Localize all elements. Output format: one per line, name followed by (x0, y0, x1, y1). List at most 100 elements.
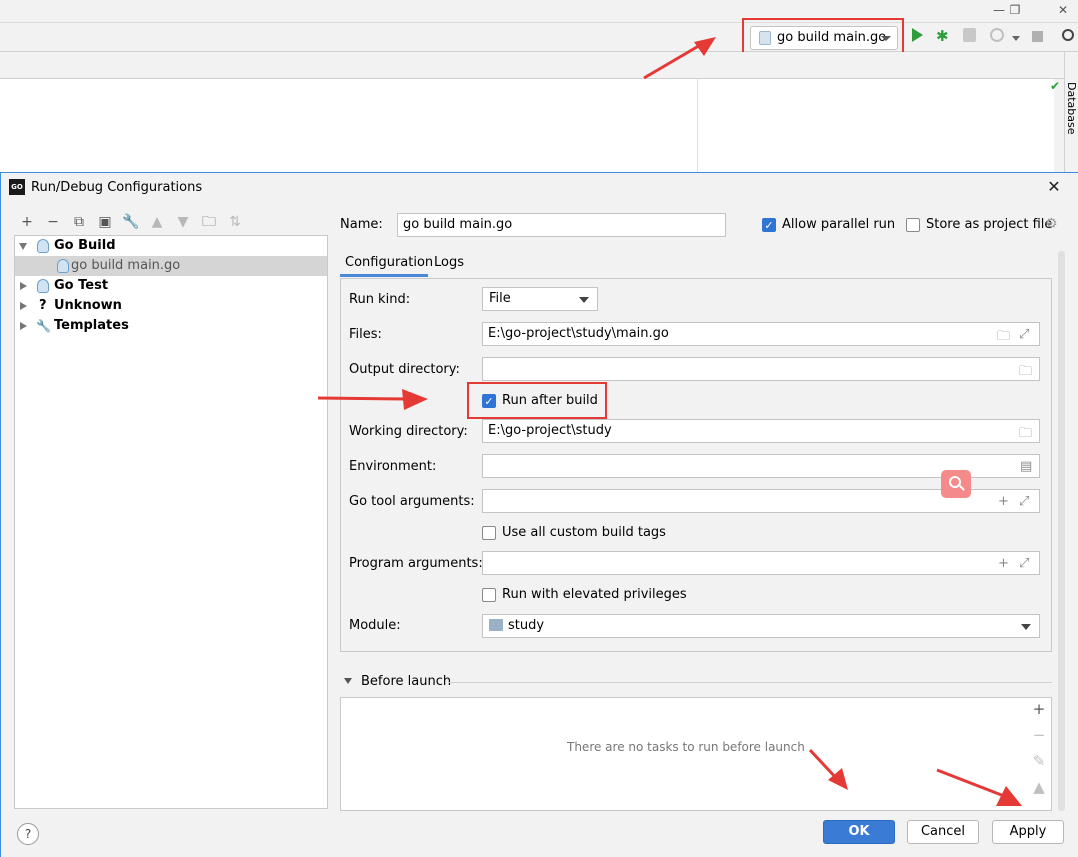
ok-button[interactable]: OK (823, 820, 895, 844)
save-icon[interactable]: ▣ (96, 213, 114, 231)
wrench-icon: 🔧 (36, 319, 51, 333)
gopher-icon (37, 279, 49, 293)
tab-logs[interactable]: Logs (434, 255, 464, 270)
sort-icon[interactable]: ⇅ (226, 213, 244, 231)
new-folder-icon[interactable]: 🗀 (200, 213, 218, 231)
dialog-title: Run/Debug Configurations (31, 180, 203, 195)
remove-task-icon[interactable]: − (1029, 725, 1049, 745)
tree-item-go-build[interactable]: Go Build (15, 236, 327, 256)
elevated-privileges-label: Run with elevated privileges (502, 587, 687, 602)
stop-icon[interactable] (1032, 31, 1043, 42)
tree-item-go-test[interactable]: Go Test (15, 276, 327, 296)
search-icon[interactable] (1062, 29, 1074, 41)
tree-item-label: Unknown (54, 298, 122, 313)
folder-icon[interactable]: 🗀 (1019, 424, 1032, 446)
name-value: go build main.go (403, 217, 513, 232)
chevron-down-icon[interactable] (1012, 36, 1020, 41)
move-up-icon[interactable]: ▲ (148, 213, 166, 231)
chevron-down-icon (579, 297, 589, 303)
folder-icon[interactable]: 🗀 (997, 327, 1010, 349)
add-icon[interactable]: + (18, 213, 36, 231)
ide-editor-right-pane (697, 79, 1054, 179)
go-tool-arguments-label: Go tool arguments: (349, 494, 475, 509)
tab-indicator (340, 274, 428, 277)
expand-icon[interactable]: ⤢ (1019, 494, 1029, 509)
files-value: E:\go-project\study\main.go (488, 326, 669, 341)
gear-icon[interactable]: ⚙ (1045, 216, 1058, 232)
collapse-arrow-icon[interactable] (344, 678, 352, 684)
name-input[interactable]: go build main.go (397, 213, 726, 237)
tree-item-label: Go Test (54, 278, 109, 293)
tree-item-label: go build main.go (71, 258, 181, 273)
add-task-icon[interactable]: + (1029, 699, 1049, 719)
ide-editor-tabs (0, 52, 1064, 79)
module-label: Module: (349, 618, 401, 633)
output-directory-label: Output directory: (349, 362, 460, 377)
debug-icon[interactable]: ✱ (936, 27, 949, 45)
cancel-button[interactable]: Cancel (907, 820, 979, 844)
apply-button[interactable]: Apply (992, 820, 1064, 844)
wrench-icon[interactable]: 🔧 (122, 213, 140, 231)
tree-item-unknown[interactable]: ? Unknown (15, 296, 327, 316)
tab-configuration[interactable]: Configuration (345, 255, 433, 270)
check-icon: ✔ (1050, 79, 1061, 93)
coverage-icon[interactable] (963, 28, 976, 42)
annotation-arrow (643, 37, 716, 80)
working-directory-value: E:\go-project\study (488, 423, 612, 438)
run-icon[interactable] (912, 28, 923, 42)
annotation-arrow (808, 748, 848, 790)
move-up-task-icon[interactable]: ▲ (1029, 777, 1049, 797)
plus-icon[interactable]: + (998, 556, 1009, 571)
files-input[interactable]: E:\go-project\study\main.go 🗀 ⤢ (482, 322, 1040, 346)
store-project-label: Store as project file (926, 217, 1053, 232)
elevated-privileges-checkbox[interactable] (482, 588, 496, 602)
ide-right-sidebar: Database (1064, 52, 1078, 182)
before-launch-label[interactable]: Before launch (361, 674, 451, 689)
files-label: Files: (349, 327, 382, 342)
copy-icon[interactable]: ⧉ (70, 213, 88, 231)
run-kind-value: File (489, 291, 511, 306)
scrollbar[interactable] (1058, 251, 1065, 811)
goland-logo-icon: GO (9, 179, 25, 195)
allow-parallel-checkbox[interactable]: ✓ (762, 218, 776, 232)
output-directory-input[interactable]: 🗀 (482, 357, 1040, 381)
run-debug-dialog: GO Run/Debug Configurations ✕ + − ⧉ ▣ 🔧 … (0, 172, 1078, 857)
tree-item-templates[interactable]: 🔧 Templates (15, 316, 327, 336)
module-folder-icon (489, 619, 503, 631)
remove-icon[interactable]: − (44, 213, 62, 231)
expand-icon[interactable]: ⤢ (1019, 327, 1029, 342)
working-directory-label: Working directory: (349, 424, 468, 439)
configuration-tree[interactable]: Go Build go build main.go Go Test ? Unkn… (14, 235, 328, 809)
run-kind-select[interactable]: File (482, 287, 598, 311)
module-select[interactable]: study (482, 614, 1040, 638)
collapse-arrow-icon[interactable] (20, 302, 27, 310)
folder-icon[interactable]: 🗀 (1019, 362, 1032, 384)
close-window-button[interactable]: ✕ (1050, 2, 1076, 18)
restore-button[interactable]: ❐ (1002, 2, 1028, 18)
floating-search-icon[interactable] (941, 470, 971, 498)
move-down-icon[interactable]: ▼ (174, 213, 192, 231)
expand-icon[interactable]: ⤢ (1019, 556, 1029, 571)
custom-build-tags-checkbox[interactable] (482, 526, 496, 540)
document-icon[interactable]: ▤ (1020, 459, 1032, 474)
expand-arrow-icon[interactable] (19, 243, 27, 250)
ide-editor[interactable] (0, 79, 697, 179)
working-directory-input[interactable]: E:\go-project\study 🗀 (482, 419, 1040, 443)
before-launch-empty-text: There are no tasks to run before launch (567, 740, 805, 754)
tree-item-label: Templates (54, 318, 129, 333)
collapse-arrow-icon[interactable] (20, 282, 27, 290)
collapse-arrow-icon[interactable] (20, 322, 27, 330)
program-arguments-input[interactable]: + ⤢ (482, 551, 1040, 575)
edit-task-icon[interactable]: ✎ (1029, 751, 1049, 771)
plus-icon[interactable]: + (998, 494, 1009, 509)
profile-icon[interactable] (990, 28, 1004, 42)
sidebar-tab-database[interactable]: Database (1065, 82, 1078, 135)
annotation-highlight-run-config (742, 18, 904, 56)
divider (449, 682, 1052, 683)
tree-item-go-build-main[interactable]: go build main.go (15, 256, 327, 276)
dialog-close-button[interactable]: ✕ (1045, 177, 1063, 197)
annotation-arrow (936, 768, 1022, 806)
store-project-checkbox[interactable] (906, 218, 920, 232)
module-value: study (508, 618, 545, 633)
help-button[interactable]: ? (17, 823, 39, 845)
